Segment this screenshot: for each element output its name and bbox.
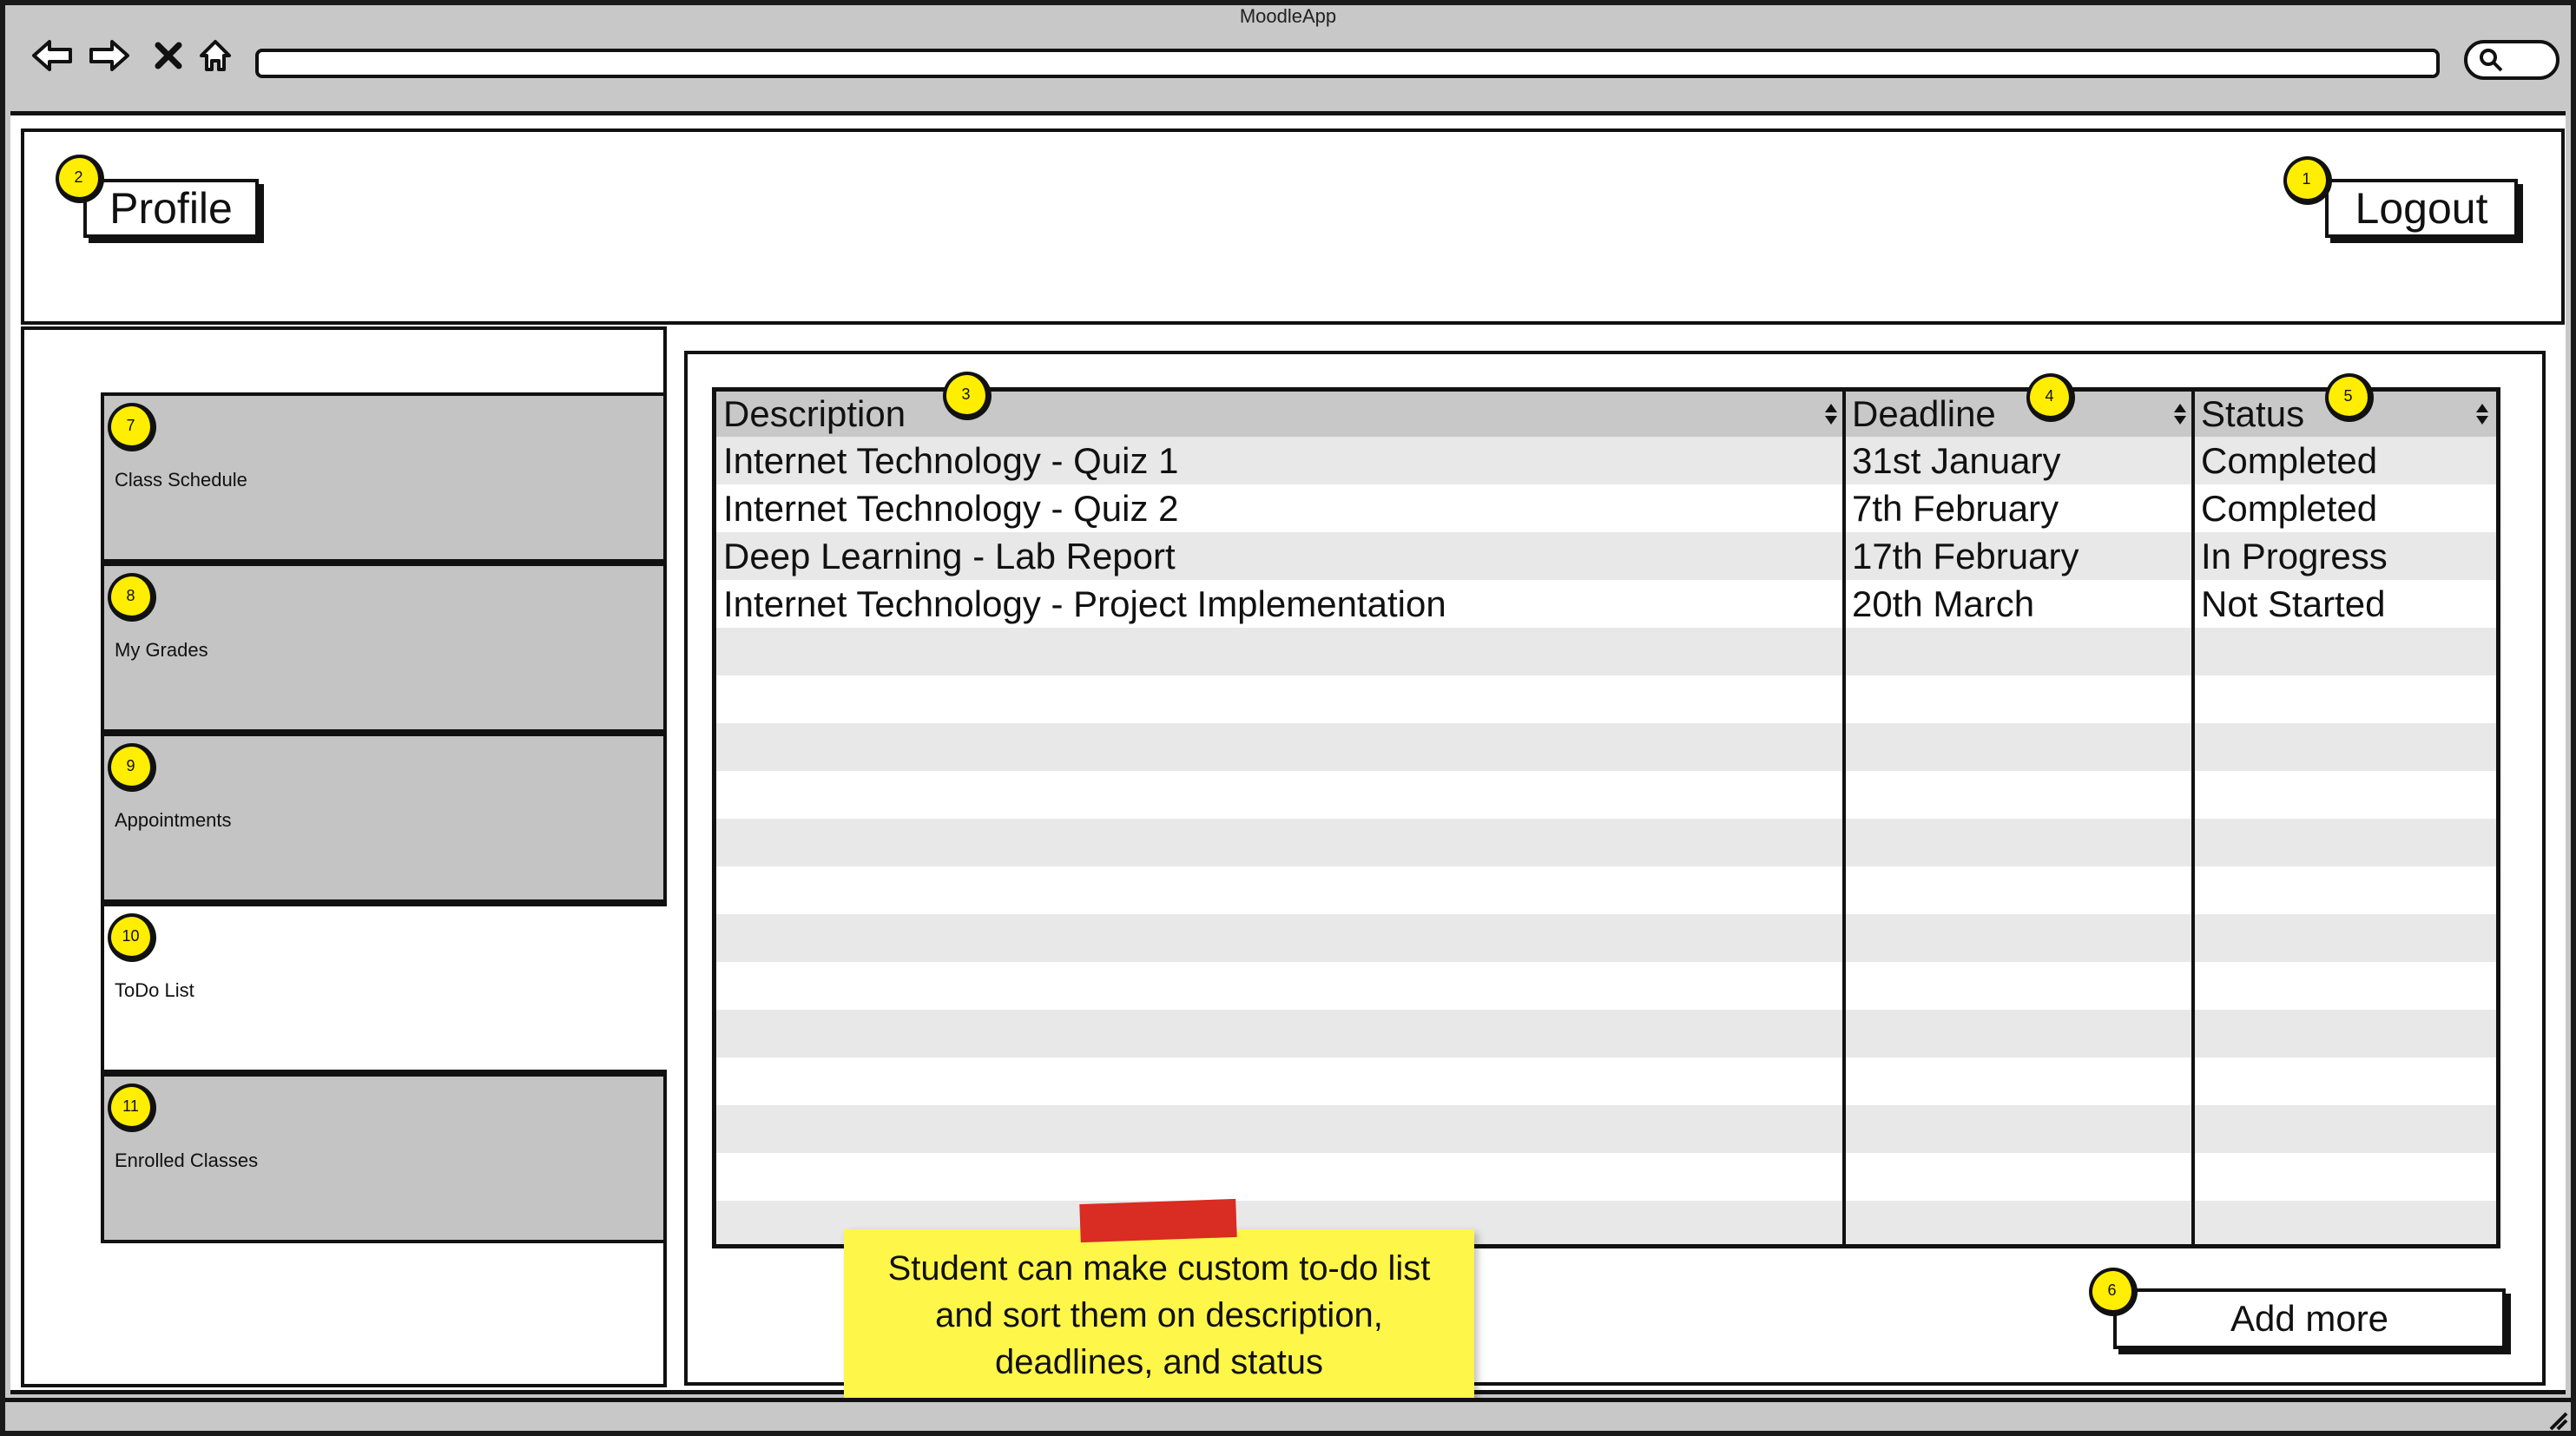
cell-status: Not Started [2201, 583, 2386, 624]
address-bar[interactable] [255, 49, 2440, 78]
sort-icon [2174, 404, 2186, 425]
sidebar-item-label: ToDo List [115, 979, 194, 1001]
empty-row [716, 771, 2496, 819]
annotation-badge-10: 10 [108, 913, 156, 962]
annotation-badge-2: 2 [56, 155, 104, 203]
sidebar-item-label: Enrolled Classes [115, 1149, 259, 1171]
magnifier-icon [2480, 49, 2503, 72]
cell-status: In Progress [2201, 536, 2388, 576]
empty-row [716, 1057, 2496, 1105]
table-row[interactable]: Deep Learning - Lab Report 17th February… [716, 532, 2496, 580]
cell-deadline: 17th February [1852, 536, 2079, 576]
annotation-badge-1: 1 [2283, 156, 2332, 205]
column-divider [2191, 392, 2195, 1244]
todo-table: Description Deadline Status Internet Tec… [712, 387, 2500, 1248]
cell-description: Internet Technology - Project Implementa… [723, 583, 1446, 624]
empty-row [716, 1105, 2496, 1153]
annotation-badge-5: 5 [2325, 373, 2374, 422]
cell-deadline: 31st January [1852, 440, 2061, 481]
arrow-left-outline-icon [32, 40, 72, 71]
annotation-badge-8: 8 [108, 573, 156, 622]
logout-button-label: Logout [2355, 184, 2488, 233]
house-icon [200, 40, 231, 71]
sidebar-item-class-schedule[interactable]: 7 Class Schedule [101, 392, 667, 563]
stop-button[interactable] [146, 33, 191, 78]
resize-grip-icon[interactable] [2542, 1405, 2568, 1431]
sticky-note-text: Student can make custom to-do list and s… [887, 1249, 1431, 1381]
annotation-badge-3: 3 [943, 372, 992, 420]
sidebar-item-appointments[interactable]: 9 Appointments [101, 733, 667, 903]
annotation-badge-4: 4 [2026, 373, 2075, 422]
sidebar-item-label: My Grades [115, 639, 208, 661]
profile-button-label: Profile [109, 184, 233, 233]
table-row[interactable]: Internet Technology - Quiz 1 31st Januar… [716, 437, 2496, 484]
cell-description: Internet Technology - Quiz 1 [723, 440, 1179, 481]
column-header-deadline[interactable]: Deadline [1845, 392, 2194, 437]
empty-row [716, 1153, 2496, 1201]
sort-icon [1825, 404, 1837, 425]
home-button[interactable] [193, 33, 238, 78]
annotation-badge-7: 7 [108, 403, 156, 451]
sidebar-item-label: Appointments [115, 809, 232, 831]
logout-button[interactable]: Logout [2325, 179, 2518, 238]
empty-row [716, 628, 2496, 675]
cell-description: Internet Technology - Quiz 2 [723, 488, 1179, 529]
page-header [21, 128, 2565, 325]
forward-button[interactable] [87, 33, 132, 78]
sticky-note: Student can make custom to-do list and s… [844, 1229, 1474, 1401]
profile-button[interactable]: Profile [83, 179, 259, 238]
cell-status: Completed [2201, 440, 2378, 481]
column-header-label: Description [723, 393, 906, 434]
annotation-badge-11: 11 [108, 1084, 156, 1132]
column-header-label: Deadline [1852, 393, 1996, 434]
search-field[interactable] [2464, 40, 2560, 80]
empty-row [716, 1010, 2496, 1057]
cell-deadline: 20th March [1852, 583, 2035, 624]
empty-row [716, 675, 2496, 723]
sticky-tape [1079, 1198, 1237, 1243]
cell-description: Deep Learning - Lab Report [723, 536, 1176, 576]
annotation-badge-9: 9 [108, 743, 156, 792]
empty-row [716, 914, 2496, 962]
column-header-label: Status [2201, 393, 2305, 434]
column-header-description[interactable]: Description [716, 392, 1845, 437]
window-title: MoodleApp [1239, 5, 1337, 27]
empty-row [716, 819, 2496, 866]
table-row[interactable]: Internet Technology - Project Implementa… [716, 580, 2496, 628]
x-icon [155, 42, 182, 69]
cell-deadline: 7th February [1852, 488, 2059, 529]
empty-row [716, 866, 2496, 914]
add-more-button[interactable]: Add more [2113, 1288, 2506, 1349]
sidebar-item-todo-list[interactable]: 10 ToDo List [101, 903, 667, 1073]
add-more-label: Add more [2230, 1298, 2389, 1339]
arrow-right-outline-icon [89, 40, 129, 71]
column-divider [1842, 392, 1846, 1244]
table-row[interactable]: Internet Technology - Quiz 2 7th Februar… [716, 484, 2496, 532]
sidebar-item-my-grades[interactable]: 8 My Grades [101, 563, 667, 733]
back-button[interactable] [30, 33, 75, 78]
annotation-badge-6: 6 [2089, 1268, 2138, 1316]
empty-row [716, 962, 2496, 1010]
cell-status: Completed [2201, 488, 2378, 529]
sidebar-item-label: Class Schedule [115, 469, 247, 491]
status-bar [5, 1398, 2571, 1431]
empty-row [716, 723, 2496, 771]
sidebar-item-enrolled-classes[interactable]: 11 Enrolled Classes [101, 1073, 667, 1243]
sort-icon [2476, 404, 2488, 425]
